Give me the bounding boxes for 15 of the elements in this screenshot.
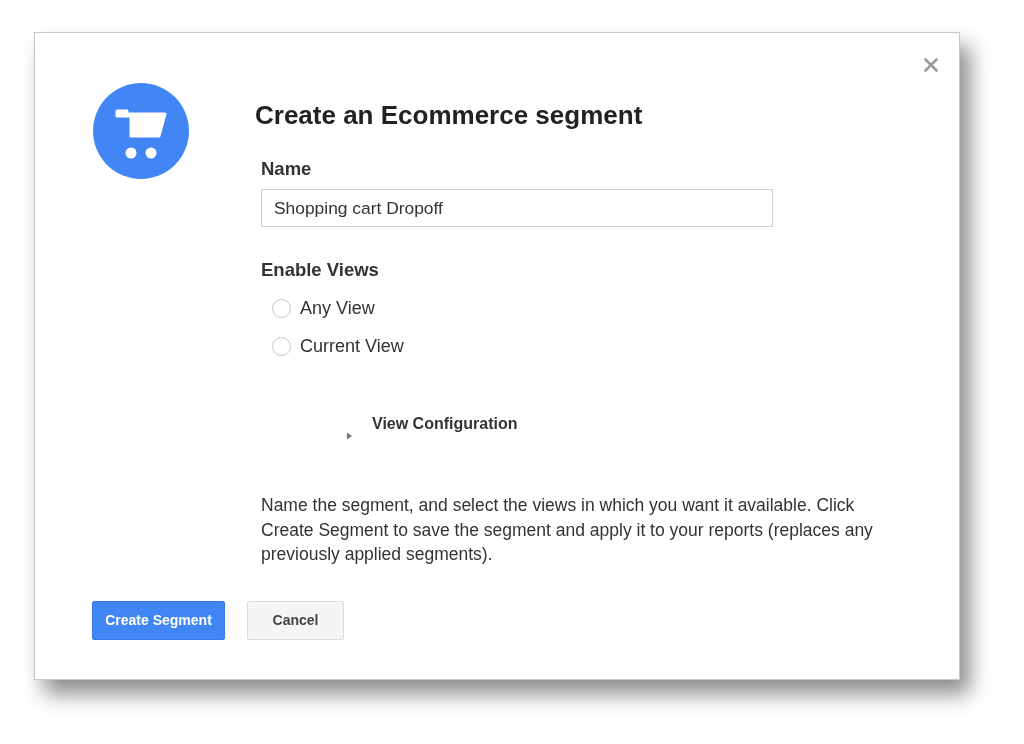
- name-input-field[interactable]: Shopping cart Dropoff: [261, 189, 773, 227]
- close-icon[interactable]: [924, 58, 938, 72]
- field-label: Name: [261, 158, 313, 180]
- cancel-button[interactable]: Cancel: [247, 600, 344, 640]
- caret-icon[interactable]: [346, 432, 353, 440]
- radio-button[interactable]: [272, 336, 291, 356]
- description-text: Name the segment, and select the views in which you want it available. Click Create Segment to save the segment and apply it to your reports (replaces any previously applied segments).: [261, 494, 874, 566]
- create-segment-button[interactable]: Create Segment: [92, 600, 225, 640]
- radio-button[interactable]: [272, 298, 291, 318]
- radio-label[interactable]: Any View: [300, 297, 375, 319]
- dialog-title: Create an Ecommerce segment: [255, 100, 644, 130]
- shopping-cart-icon: [93, 83, 189, 179]
- view-configuration-toggle[interactable]: View Configuration: [372, 415, 518, 433]
- field-label: Enable Views: [261, 259, 380, 281]
- radio-label[interactable]: Current View: [300, 335, 404, 357]
